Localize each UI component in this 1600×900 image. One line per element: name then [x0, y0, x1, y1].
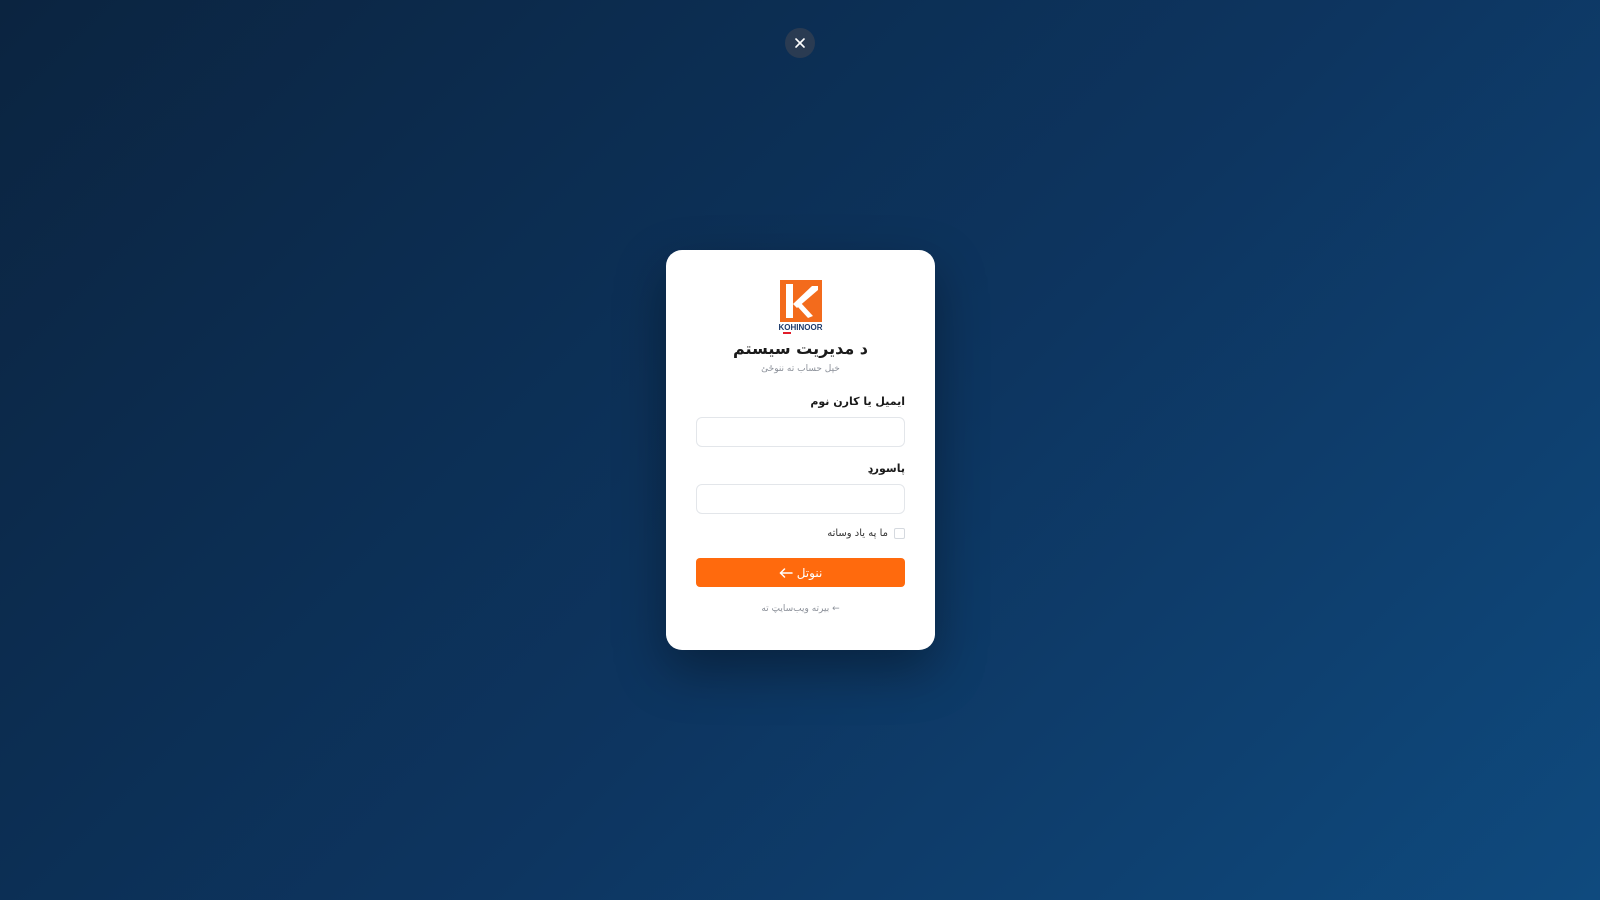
remember-me-row: ما په یاد وساته	[696, 525, 905, 541]
close-button[interactable]	[785, 28, 815, 58]
logo-accent-bar	[782, 332, 791, 334]
login-card: KOHINOOR د مدیریت سیستم خپل حساب ته ننوځ…	[666, 250, 935, 650]
back-to-website-link[interactable]: ← بیرته ویب‌سایټ ته	[696, 604, 905, 614]
logo-wordmark: KOHINOOR	[778, 323, 823, 332]
login-button[interactable]: ننوتل	[696, 558, 905, 587]
password-field[interactable]	[696, 484, 905, 514]
close-icon	[795, 38, 805, 48]
arrow-left-icon	[779, 567, 793, 578]
login-button-label: ننوتل	[796, 565, 823, 580]
remember-me-label: ما په یاد وساته	[827, 527, 888, 539]
password-label: پاسورډ	[867, 462, 905, 475]
page-title: د مدیریت سیستم	[732, 339, 869, 358]
remember-me-checkbox[interactable]	[894, 527, 905, 539]
logo-mark	[779, 280, 822, 322]
email-field[interactable]	[696, 417, 905, 447]
page-subtitle: خپل حساب ته ننوځئ	[761, 364, 840, 374]
brand-logo: KOHINOOR	[696, 280, 905, 334]
email-label: ایمیل یا کارن نوم	[810, 395, 905, 408]
